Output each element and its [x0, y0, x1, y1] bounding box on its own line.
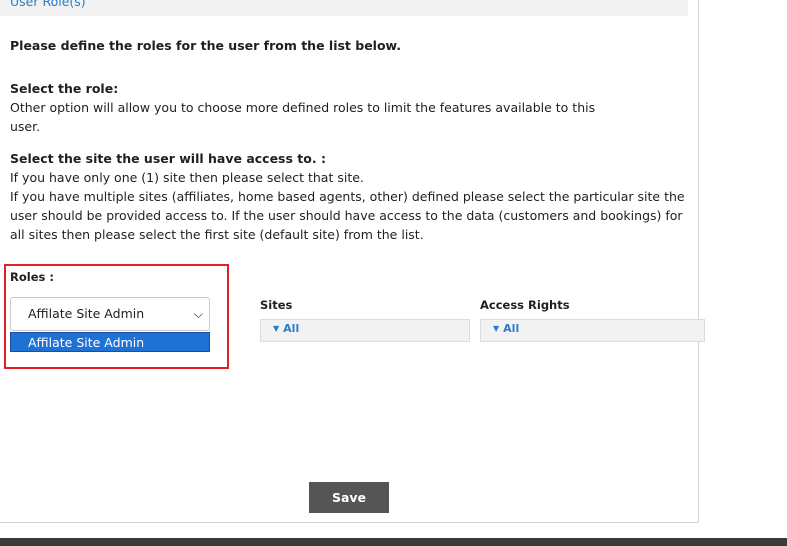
site-help-line1: If you have only one (1) site then pleas… — [10, 170, 364, 185]
roles-label: Roles : — [10, 270, 54, 284]
sites-label: Sites — [260, 298, 293, 312]
chevron-down-icon: ⌵ — [193, 307, 203, 321]
bottom-bar — [0, 538, 787, 546]
save-button[interactable]: Save — [309, 482, 389, 513]
site-help-heading: Select the site the user will have acces… — [10, 151, 326, 166]
roles-selected-value: Affilate Site Admin — [28, 306, 145, 321]
access-rights-value: All — [503, 322, 520, 335]
role-help-text: Other option will allow you to choose mo… — [10, 100, 596, 134]
sites-value: All — [283, 322, 300, 335]
section-title: User Role(s) — [10, 0, 86, 9]
access-rights-multiselect[interactable]: ▼ All — [480, 319, 705, 342]
site-help-line2: If you have multiple sites (affiliates, … — [10, 189, 685, 242]
access-rights-label: Access Rights — [480, 298, 570, 312]
site-help: Select the site the user will have acces… — [10, 149, 695, 244]
caret-down-icon: ▼ — [493, 324, 500, 333]
caret-down-icon: ▼ — [273, 324, 280, 333]
role-help-heading: Select the role: — [10, 81, 119, 96]
section-header: User Role(s) — [0, 0, 688, 16]
roles-select[interactable]: Affilate Site Admin ⌵ — [10, 297, 210, 331]
sites-multiselect[interactable]: ▼ All — [260, 319, 470, 342]
user-roles-panel: User Role(s) Please define the roles for… — [0, 0, 705, 523]
intro-text: Please define the roles for the user fro… — [10, 38, 402, 53]
role-help: Select the role: Other option will allow… — [10, 79, 610, 136]
roles-option-affilate-site-admin[interactable]: Affilate Site Admin — [10, 332, 210, 352]
